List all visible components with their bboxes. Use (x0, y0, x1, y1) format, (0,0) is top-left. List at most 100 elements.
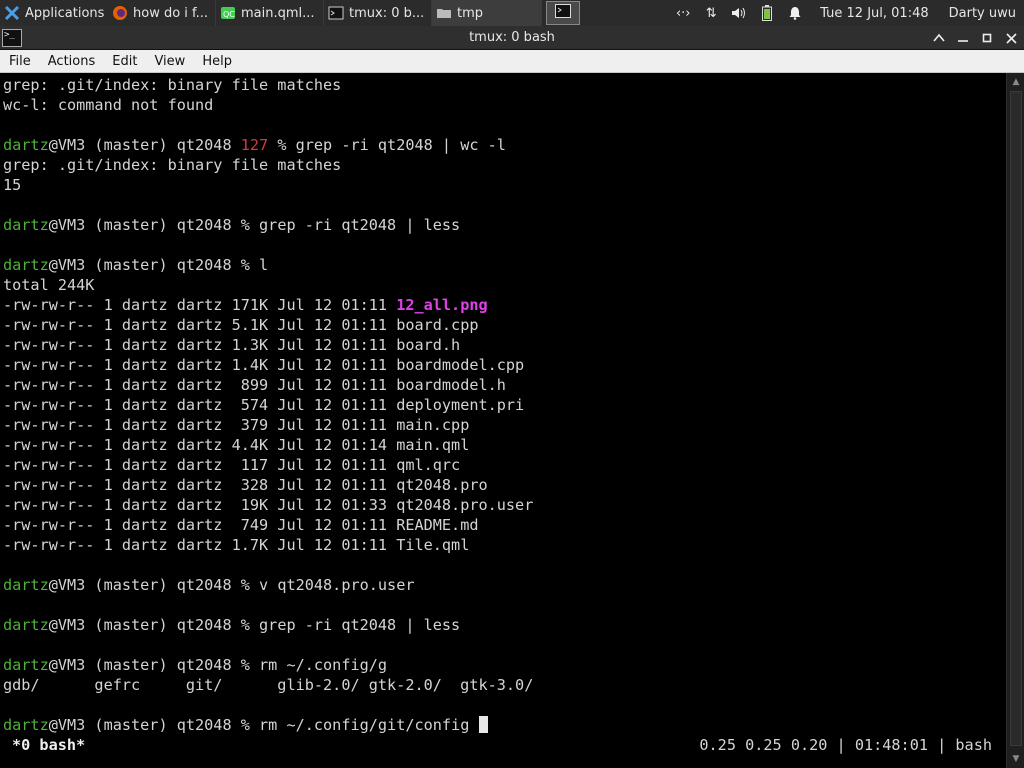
tmux-status-bar: *0 bash* 0.25 0.25 0.20 | 01:48:01 | bas… (0, 735, 1006, 755)
terminal-output-line: wc-l: command not found (3, 96, 214, 114)
prompt-host-path: @VM3 (master) qt2048 (48, 656, 241, 674)
folder-icon (436, 5, 452, 21)
scroll-up-arrow-icon[interactable]: ▲ (1007, 73, 1024, 91)
window-titlebar[interactable]: >_ tmux: 0 bash (0, 26, 1024, 50)
file-name: Tile.qml (396, 536, 470, 554)
shell-prompt-line: dartz@VM3 (master) qt2048 % rm ~/.config… (3, 655, 387, 675)
terminal-output-line: total 244K (3, 276, 95, 294)
volume-icon[interactable] (730, 4, 748, 22)
menu-help[interactable]: Help (193, 50, 240, 73)
transfer-arrows-icon[interactable]: ⇅ (702, 4, 720, 22)
file-name: 12_all.png (396, 296, 488, 314)
terminal-output-line: gdb/ gefrc git/ glib-2.0/ gtk-2.0/ gtk-3… (3, 676, 534, 694)
menu-bar: File Actions Edit View Help (0, 50, 1024, 73)
taskbar-window-qtcreator[interactable]: QC main.qml... (216, 0, 324, 26)
scroll-down-arrow-icon[interactable]: ▼ (1007, 750, 1024, 768)
taskbar-window-label: how do i f... (133, 5, 209, 21)
scrollbar-thumb[interactable] (1010, 91, 1022, 746)
applications-menu-button[interactable]: Applications (0, 0, 108, 26)
file-listing-line: -rw-rw-r-- 1 dartz dartz 4.4K Jul 12 01:… (3, 435, 469, 455)
file-name: qt2048.pro.user (396, 496, 534, 514)
file-meta: -rw-rw-r-- 1 dartz dartz 5.1K Jul 12 01:… (3, 316, 397, 334)
prompt-user: dartz (3, 216, 49, 234)
prompt-user: dartz (3, 256, 49, 274)
applications-label: Applications (25, 5, 105, 21)
firefox-icon (112, 5, 128, 21)
taskbar-window-tmp[interactable]: tmp (432, 0, 542, 26)
tmux-window-list[interactable]: *0 bash* (12, 735, 85, 755)
terminal-launcher-button[interactable] (546, 1, 580, 25)
window-minimize-button[interactable] (954, 29, 972, 47)
prompt-host-path: @VM3 (master) qt2048 (48, 136, 241, 154)
file-meta: -rw-rw-r-- 1 dartz dartz 1.4K Jul 12 01:… (3, 356, 397, 374)
exit-status: 127 (240, 136, 278, 154)
file-name: deployment.pri (396, 396, 525, 414)
file-listing-line: -rw-rw-r-- 1 dartz dartz 749 Jul 12 01:1… (3, 515, 478, 535)
file-listing-line: -rw-rw-r-- 1 dartz dartz 1.4K Jul 12 01:… (3, 355, 524, 375)
file-name: board.h (396, 336, 461, 354)
svg-text:QC: QC (223, 10, 235, 19)
user-menu[interactable]: Darty uwu (949, 6, 1016, 21)
prompt-user: dartz (3, 576, 49, 594)
shell-prompt-line: dartz@VM3 (master) qt2048 % grep -ri qt2… (3, 615, 460, 635)
system-tray: ‹·› ⇅ Tue 12 Jul, 01:48 Darty uwu (674, 4, 1016, 22)
prompt-command: % grep -ri qt2048 | wc -l (277, 136, 506, 154)
battery-icon[interactable] (758, 4, 776, 22)
clock[interactable]: Tue 12 Jul, 01:48 (820, 6, 928, 21)
terminal-output-line: grep: .git/index: binary file matches (3, 156, 342, 174)
file-listing-line: -rw-rw-r-- 1 dartz dartz 171K Jul 12 01:… (3, 295, 488, 315)
file-meta: -rw-rw-r-- 1 dartz dartz 328 Jul 12 01:1… (3, 476, 397, 494)
prompt-command: % rm ~/.config/git/config (240, 716, 479, 734)
terminal-output-line: grep: .git/index: binary file matches (3, 76, 342, 94)
file-name: main.qml (396, 436, 470, 454)
notification-bell-icon[interactable] (786, 4, 804, 22)
terminal-icon (555, 4, 571, 22)
prompt-user: dartz (3, 136, 49, 154)
file-name: qml.qrc (396, 456, 461, 474)
file-meta: -rw-rw-r-- 1 dartz dartz 749 Jul 12 01:1… (3, 516, 397, 534)
network-icon[interactable]: ‹·› (674, 4, 692, 22)
taskbar: Applications how do i f... QC main.qml..… (0, 0, 1024, 26)
file-listing-line: -rw-rw-r-- 1 dartz dartz 574 Jul 12 01:1… (3, 395, 524, 415)
shell-prompt-line: dartz@VM3 (master) qt2048 127 % grep -ri… (3, 135, 506, 155)
menu-actions[interactable]: Actions (39, 50, 104, 73)
file-listing-line: -rw-rw-r-- 1 dartz dartz 19K Jul 12 01:3… (3, 495, 533, 515)
prompt-user: dartz (3, 656, 49, 674)
taskbar-window-terminal[interactable]: tmux: 0 b... (324, 0, 432, 26)
terminal-window-icon[interactable]: >_ (2, 28, 22, 47)
window-close-button[interactable] (1002, 29, 1020, 47)
file-meta: -rw-rw-r-- 1 dartz dartz 1.7K Jul 12 01:… (3, 536, 397, 554)
taskbar-window-label: main.qml... (241, 5, 315, 21)
file-meta: -rw-rw-r-- 1 dartz dartz 19K Jul 12 01:3… (3, 496, 397, 514)
taskbar-window-firefox[interactable]: how do i f... (108, 0, 216, 26)
shell-prompt-line: dartz@VM3 (master) qt2048 % grep -ri qt2… (3, 215, 460, 235)
file-listing-line: -rw-rw-r-- 1 dartz dartz 5.1K Jul 12 01:… (3, 315, 478, 335)
menu-view[interactable]: View (145, 50, 193, 73)
tmux-status-right: 0.25 0.25 0.20 | 01:48:01 | bash (699, 736, 992, 754)
xfce-logo-icon (4, 5, 20, 21)
taskbar-window-label: tmp (457, 5, 484, 21)
terminal-scrollbar[interactable]: ▲ ▼ (1006, 73, 1024, 768)
terminal-icon (328, 5, 344, 21)
terminal-output[interactable]: grep: .git/index: binary file matches wc-… (0, 73, 1006, 768)
prompt-command: % rm ~/.config/g (240, 656, 388, 674)
window-shade-button[interactable] (930, 29, 948, 47)
file-name: README.md (396, 516, 479, 534)
file-name: boardmodel.cpp (396, 356, 525, 374)
file-meta: -rw-rw-r-- 1 dartz dartz 1.3K Jul 12 01:… (3, 336, 397, 354)
prompt-command: % v qt2048.pro.user (240, 576, 415, 594)
prompt-command: % grep -ri qt2048 | less (240, 216, 461, 234)
qtcreator-icon: QC (220, 5, 236, 21)
file-name: main.cpp (396, 416, 470, 434)
file-name: qt2048.pro (396, 476, 488, 494)
menu-file[interactable]: File (0, 50, 39, 73)
prompt-host-path: @VM3 (master) qt2048 (48, 716, 241, 734)
file-listing-line: -rw-rw-r-- 1 dartz dartz 117 Jul 12 01:1… (3, 455, 460, 475)
file-listing-line: -rw-rw-r-- 1 dartz dartz 379 Jul 12 01:1… (3, 415, 469, 435)
menu-edit[interactable]: Edit (103, 50, 145, 73)
window-maximize-button[interactable] (978, 29, 996, 47)
shell-prompt-line: dartz@VM3 (master) qt2048 % l (3, 255, 268, 275)
shell-prompt-line: dartz@VM3 (master) qt2048 % v qt2048.pro… (3, 575, 414, 595)
text-cursor (478, 716, 488, 733)
shell-prompt-line: dartz@VM3 (master) qt2048 % rm ~/.config… (3, 715, 488, 735)
